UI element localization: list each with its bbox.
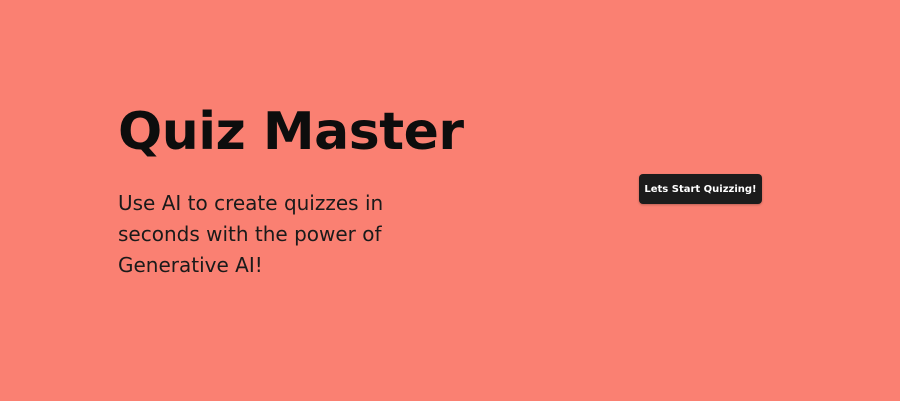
page-title: Quiz Master xyxy=(118,102,464,162)
hero-subtitle: Use AI to create quizzes in seconds with… xyxy=(118,191,384,277)
start-quizzing-button[interactable]: Lets Start Quizzing! xyxy=(639,174,762,204)
hero-section: Quiz Master Use AI to create quizzes in … xyxy=(118,100,464,281)
